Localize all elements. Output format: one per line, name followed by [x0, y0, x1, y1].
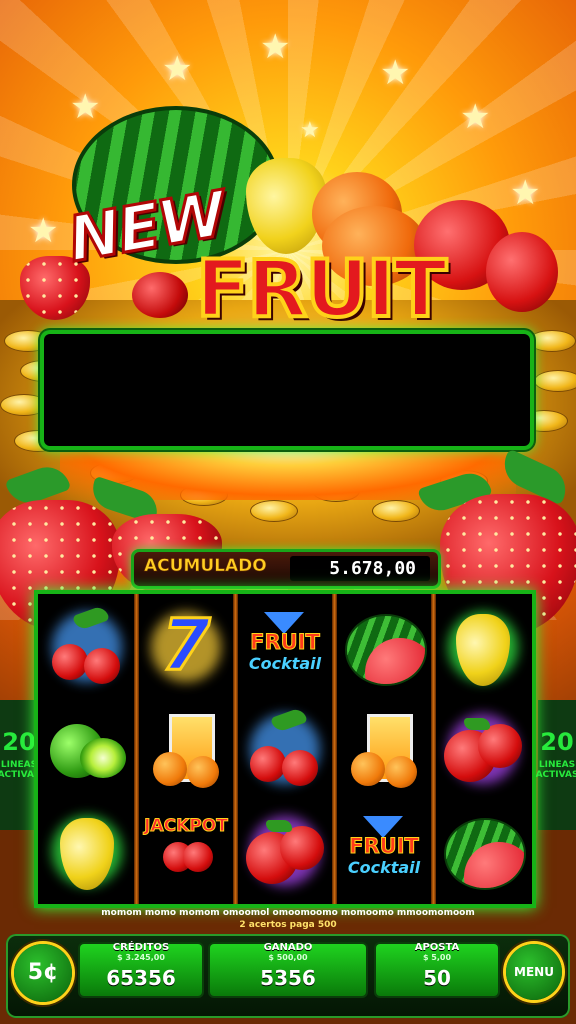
fruit-cocktail-icon: FRUIT Cocktail	[337, 802, 431, 902]
won-value: 5356	[260, 966, 316, 990]
apples-icon	[436, 700, 530, 800]
reel-1	[40, 594, 134, 904]
watermelon-icon	[337, 598, 431, 698]
jackpot-label: ACUMULADO	[144, 556, 267, 577]
reel-4: FRUIT Cocktail	[337, 594, 431, 904]
apples-icon	[238, 802, 332, 902]
star-icon: ★	[70, 87, 101, 127]
fruit-text: FRUIT	[349, 834, 420, 859]
won-panel: GANADO $ 500,00 5356	[210, 942, 366, 996]
credits-value: 65356	[106, 966, 176, 990]
star-icon: ★	[380, 53, 411, 93]
watermelon-icon	[436, 802, 530, 902]
reel-grid: 7 JACKPOT FRUIT Cocktail FRUIT Cocktail	[38, 594, 532, 904]
cherry-art	[132, 272, 188, 318]
jackpot-strawberries-icon: JACKPOT	[139, 802, 233, 902]
payline-message: momom momo momom omoomol omoomoomo momoo…	[101, 908, 475, 918]
star-icon: ★	[460, 97, 491, 137]
cocktail-text: Cocktail	[248, 654, 322, 673]
fruit-cocktail-icon: FRUIT Cocktail	[238, 598, 332, 698]
menu-button[interactable]: MENU	[506, 944, 562, 1000]
right-lines-label: LINEAS ACTIVAS	[535, 760, 576, 780]
won-money: $ 500,00	[268, 953, 308, 962]
reel-3: FRUIT Cocktail	[238, 594, 332, 904]
seven-text: 7	[160, 603, 212, 688]
cherries-icon	[40, 598, 134, 698]
left-lines-count: 20	[2, 728, 36, 756]
bet-title: APOSTA	[414, 942, 460, 953]
left-lines-label: LINEAS ACTIVAS	[0, 760, 41, 780]
right-lines-count: 20	[540, 728, 574, 756]
win-message: 2 acertos paga 500	[239, 920, 337, 930]
jackpot-value: 5.678,00	[329, 558, 416, 579]
cocktail-text: Cocktail	[347, 858, 421, 877]
fruit-text: FRUIT	[250, 630, 321, 655]
credits-money: $ 3.245,00	[117, 953, 165, 962]
star-icon: ★	[28, 211, 59, 251]
star-icon: ★	[260, 27, 291, 67]
bet-money: $ 5,00	[422, 953, 452, 962]
seven-icon: 7	[139, 598, 233, 698]
logo-fruit: FRUIT	[194, 243, 449, 337]
star-icon: ★	[162, 49, 193, 89]
jackpot-value-box: 5.678,00	[290, 556, 430, 581]
credits-panel: CRÉDITOS $ 3.245,00 65356	[80, 942, 202, 996]
orange-juice-icon	[139, 700, 233, 800]
pear-icon	[40, 802, 134, 902]
won-title: GANADO	[263, 942, 313, 953]
bet-panel[interactable]: APOSTA $ 5,00 50	[376, 942, 498, 996]
orange-juice-icon	[337, 700, 431, 800]
bet-value: 50	[423, 966, 451, 990]
jackpot-text: JACKPOT	[144, 816, 229, 837]
reel-2: 7 JACKPOT	[139, 594, 233, 904]
pear-icon	[436, 598, 530, 698]
reel-5	[436, 594, 530, 904]
credits-title: CRÉDITOS	[112, 942, 170, 953]
top-display-panel	[44, 334, 530, 446]
game-screen: ★ ★ ★ ★ ★ ★ ★ ★ NEW FRUIT ACUMULADO 5.67…	[0, 0, 576, 1024]
apple-art	[486, 232, 558, 312]
star-icon: ★	[510, 173, 541, 213]
jackpot-meter: ACUMULADO 5.678,00	[134, 552, 438, 586]
star-icon: ★	[300, 118, 320, 143]
lime-icon	[40, 700, 134, 800]
denomination-button[interactable]: 5¢	[14, 944, 72, 1002]
cherries-icon	[238, 700, 332, 800]
